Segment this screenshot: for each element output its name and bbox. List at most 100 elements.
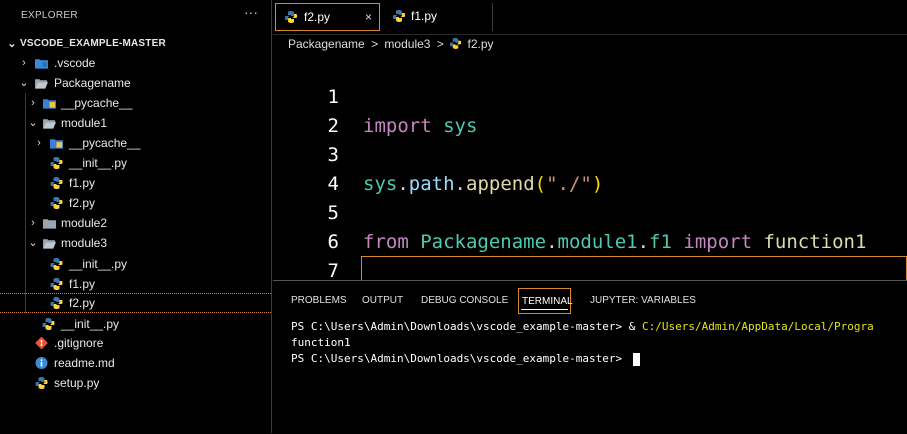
tree-item-f1-py[interactable]: f1.py — [0, 173, 271, 193]
info-icon — [35, 357, 48, 369]
tree-item-f1-py[interactable]: f1.py — [0, 274, 271, 294]
tab-label: f2.py — [304, 10, 331, 24]
tree-root-label: VSCODE_EXAMPLE-MASTER — [20, 38, 166, 49]
tab-debug-console[interactable]: DEBUG CONSOLE — [418, 288, 511, 314]
chevron-right-icon: › — [22, 57, 26, 69]
pycache-folder-icon — [43, 99, 56, 109]
folder-open-icon — [43, 239, 56, 249]
python-file-icon — [50, 258, 63, 270]
close-icon[interactable]: × — [365, 4, 372, 30]
tab-terminal-label: TERMINAL — [522, 296, 573, 307]
tree-item-vscode[interactable]: › .vscode — [0, 53, 271, 73]
git-icon — [35, 337, 48, 349]
breadcrumb: Packagename > module3 > f2.py — [288, 35, 494, 53]
code-line: 5 from Packagename.module1.f1 import fun… — [273, 170, 907, 253]
tree-root[interactable]: ⌄ VSCODE_EXAMPLE-MASTER — [0, 34, 271, 54]
terminal-cursor — [632, 352, 640, 366]
editor-tabs: f2.py × f1.py — [273, 0, 907, 35]
code-line: 4 — [273, 141, 907, 195]
terminal-output: function1 — [291, 336, 351, 349]
breadcrumb-item[interactable]: Packagename — [288, 37, 365, 51]
tree-item-label: f2.py — [69, 196, 96, 210]
tab-jupyter-variables[interactable]: JUPYTER: VARIABLES — [587, 288, 699, 314]
tree-item-label: module1 — [61, 116, 108, 130]
tab-f2-py[interactable]: f2.py × — [275, 3, 380, 31]
python-file-icon — [50, 157, 63, 169]
code-line: 6 — [273, 199, 907, 253]
tab-problems[interactable]: PROBLEMS — [288, 288, 350, 314]
bottom-panel: PROBLEMS OUTPUT DEBUG CONSOLE TERMINAL J… — [273, 280, 907, 434]
chevron-down-icon: ⌄ — [28, 237, 38, 249]
tree-item-setup-py[interactable]: setup.py — [0, 373, 271, 393]
breadcrumb-item[interactable]: module3 — [384, 37, 430, 51]
tree-item-label: readme.md — [54, 356, 115, 370]
breadcrumb-separator: > — [371, 37, 379, 51]
tree-item-f2-py[interactable]: f2.py — [0, 193, 271, 213]
tree-item-label: f1.py — [69, 176, 96, 190]
more-actions-icon[interactable]: ··· — [244, 4, 258, 20]
tree-item-module2[interactable]: › module2 — [0, 213, 271, 233]
tree-item-init-py[interactable]: __init__.py — [0, 314, 271, 334]
tab-terminal[interactable]: TERMINAL — [518, 288, 573, 314]
tab-underline — [521, 309, 568, 310]
breadcrumb-item[interactable]: f2.py — [468, 37, 494, 51]
explorer-title: EXPLORER — [21, 10, 78, 21]
breadcrumb-separator: > — [436, 37, 444, 51]
folder-open-icon — [35, 79, 48, 89]
tree-item-pycache[interactable]: › __pycache__ — [0, 93, 271, 113]
tree-item-gitignore[interactable]: .gitignore — [0, 333, 271, 353]
code-line: 2 — [273, 83, 907, 137]
tree-item-label: f2.py — [69, 296, 96, 310]
code-editor[interactable]: 1 import sys 2 3 sys.path.append("./") 4… — [273, 54, 907, 280]
pycache-folder-icon — [50, 139, 63, 149]
tree-item-label: setup.py — [54, 376, 100, 390]
tree-item-label: module3 — [61, 236, 108, 250]
chevron-down-icon: ⌄ — [7, 38, 17, 50]
terminal-prompt: PS C:\Users\Admin\Downloads\vscode_examp… — [291, 320, 642, 333]
code-line: 7 function1() — [273, 228, 907, 280]
terminal-line: PS C:\Users\Admin\Downloads\vscode_examp… — [291, 319, 874, 335]
tree-item-label: Packagename — [54, 76, 131, 90]
tree-item-label: .gitignore — [54, 336, 104, 350]
tree-item-label: __pycache__ — [69, 136, 141, 150]
tree-item-pycache[interactable]: › __pycache__ — [0, 133, 271, 153]
tree-item-module1[interactable]: ⌄ module1 — [0, 113, 271, 133]
tab-f1-py[interactable]: f1.py — [383, 3, 493, 31]
explorer-sidebar: EXPLORER ··· ⌄ VSCODE_EXAMPLE-MASTER › .… — [0, 0, 272, 433]
tree-item-f2-py-selected[interactable]: f2.py — [0, 293, 271, 313]
python-file-icon — [50, 197, 63, 209]
python-file-icon — [50, 297, 63, 309]
terminal-line[interactable]: PS C:\Users\Admin\Downloads\vscode_examp… — [291, 351, 640, 367]
python-file-icon — [393, 10, 405, 22]
chevron-right-icon: › — [31, 217, 35, 229]
terminal-path: C:/Users/Admin/AppData/Local/Progra — [642, 320, 874, 333]
code-line: 3 sys.path.append("./") — [273, 112, 907, 195]
tree-item-label: __init__.py — [69, 156, 128, 170]
tree-item-label: __init__.py — [69, 257, 128, 271]
chevron-down-icon: ⌄ — [19, 77, 29, 89]
tree-item-packagename[interactable]: ⌄ Packagename — [0, 73, 271, 93]
terminal-prompt: PS C:\Users\Admin\Downloads\vscode_examp… — [291, 352, 629, 365]
chevron-down-icon: ⌄ — [28, 117, 38, 129]
python-file-icon — [50, 177, 63, 189]
chevron-right-icon: › — [37, 137, 41, 149]
folder-icon — [43, 219, 56, 229]
python-file-icon — [50, 278, 63, 290]
code-line: 8 — [273, 257, 907, 280]
python-file-icon — [42, 318, 55, 330]
python-file-icon — [35, 377, 48, 389]
tree-item-readme[interactable]: readme.md — [0, 353, 271, 373]
tree-item-label: f1.py — [69, 277, 96, 291]
tree-item-init-py[interactable]: __init__.py — [0, 254, 271, 274]
tree-item-module3[interactable]: ⌄ module3 — [0, 233, 271, 253]
python-file-icon — [285, 11, 297, 23]
code-line: 1 import sys — [273, 54, 907, 137]
chevron-right-icon: › — [31, 97, 35, 109]
python-file-icon — [450, 38, 462, 49]
tree-item-label: __pycache__ — [61, 96, 133, 110]
tree-item-label: .vscode — [54, 56, 96, 70]
tree-item-init-py[interactable]: __init__.py — [0, 153, 271, 173]
folder-open-icon — [43, 119, 56, 129]
tab-output[interactable]: OUTPUT — [359, 288, 406, 314]
vscode-folder-icon — [35, 59, 48, 69]
